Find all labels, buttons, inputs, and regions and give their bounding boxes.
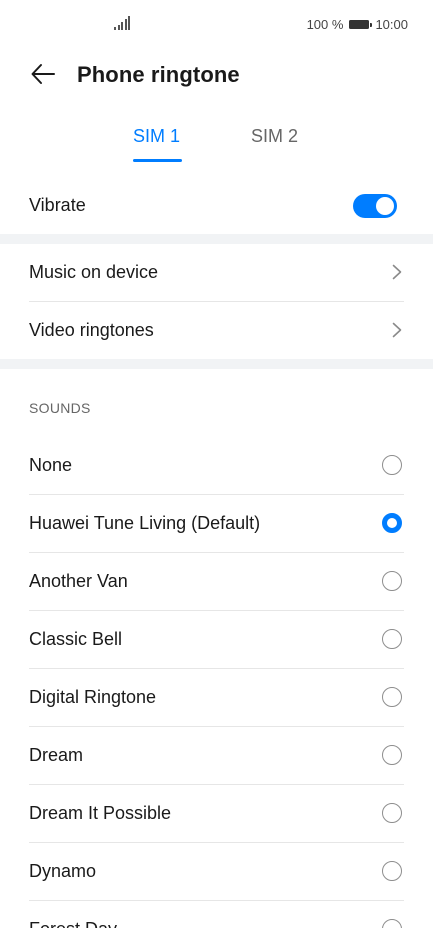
sound-radio[interactable] [382, 455, 402, 475]
sound-item-label: None [29, 455, 73, 475]
video-ringtones-row[interactable]: Video ringtones [0, 302, 433, 359]
sound-item-label: Dynamo [29, 861, 97, 881]
chevron-right-icon [392, 264, 402, 280]
sound-item[interactable]: Another Van [0, 553, 433, 610]
sound-radio[interactable] [382, 629, 402, 649]
vibrate-row[interactable]: Vibrate [0, 183, 433, 229]
sound-radio[interactable] [382, 919, 402, 928]
sound-item[interactable]: Dynamo [0, 843, 433, 900]
sound-item-label: Classic Bell [29, 629, 123, 649]
tab-indicator [133, 159, 182, 162]
signal-icon [114, 16, 130, 30]
sim-tabs: SIM 1 SIM 2 [0, 126, 433, 166]
sounds-section-header: SOUNDS [29, 400, 91, 416]
sound-radio[interactable] [382, 687, 402, 707]
section-divider [0, 359, 433, 369]
music-on-device-label: Music on device [29, 262, 159, 282]
sound-item-label: Another Van [29, 571, 128, 591]
sound-item[interactable]: None [0, 437, 433, 494]
vibrate-toggle[interactable] [353, 194, 397, 218]
sound-item[interactable]: Dream [0, 727, 433, 784]
sound-radio[interactable] [382, 803, 402, 823]
sound-item[interactable]: Classic Bell [0, 611, 433, 668]
music-on-device-row[interactable]: Music on device [0, 244, 433, 301]
tab-sim-1[interactable]: SIM 1 [133, 126, 180, 147]
sound-item[interactable]: Digital Ringtone [0, 669, 433, 726]
sound-item-label: Forest Day [29, 919, 117, 928]
sound-item-label: Digital Ringtone [29, 687, 157, 707]
chevron-right-icon [392, 322, 402, 338]
battery-percent: 100 % [306, 17, 344, 32]
video-ringtones-label: Video ringtones [29, 320, 154, 340]
sound-radio-selected[interactable] [382, 513, 402, 533]
header: Phone ringtone [0, 50, 433, 104]
section-divider [0, 234, 433, 244]
vibrate-label: Vibrate [29, 195, 86, 215]
battery-icon [349, 20, 373, 29]
sound-item-label: Dream It Possible [29, 803, 172, 823]
sound-radio[interactable] [382, 745, 402, 765]
sound-item[interactable]: Huawei Tune Living (Default) [0, 495, 433, 552]
page-title: Phone ringtone [77, 62, 240, 87]
sound-radio[interactable] [382, 861, 402, 881]
sound-item-label: Huawei Tune Living (Default) [29, 513, 261, 533]
toggle-knob [376, 197, 394, 215]
sound-item-label: Dream [29, 745, 84, 765]
sound-item[interactable]: Forest Day [0, 901, 433, 928]
tab-sim-2[interactable]: SIM 2 [251, 126, 298, 147]
clock: 10:00 [375, 17, 408, 32]
back-arrow-icon[interactable] [30, 61, 56, 87]
status-bar: 100 % 10:00 [0, 0, 433, 50]
sound-item[interactable]: Dream It Possible [0, 785, 433, 842]
sound-radio[interactable] [382, 571, 402, 591]
